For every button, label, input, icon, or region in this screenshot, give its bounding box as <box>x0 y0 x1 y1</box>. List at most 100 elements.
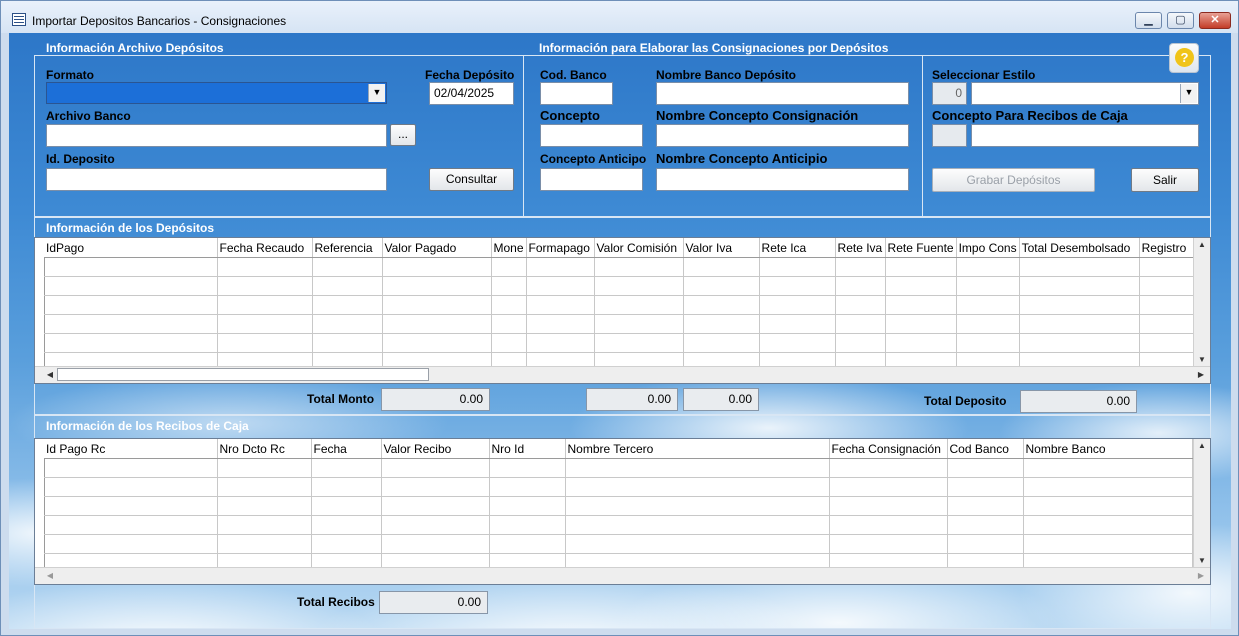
depositos-hscroll[interactable]: ◀ ▶ <box>35 366 1210 383</box>
total-monto-value: 0.00 <box>381 388 490 411</box>
divider-1 <box>523 55 524 217</box>
depositos-vscroll[interactable]: ▲ ▼ <box>1193 238 1210 367</box>
scroll-up-icon[interactable]: ▲ <box>1195 238 1209 252</box>
app-window: Importar Depositos Bancarios - Consignac… <box>0 0 1239 636</box>
fecha-deposito-label: Fecha Depósito <box>425 68 515 82</box>
close-button[interactable]: ✕ <box>1199 12 1231 29</box>
estilo-select[interactable]: ▼ <box>971 82 1199 105</box>
col-valor-comision[interactable]: Valor Comisión <box>594 238 684 258</box>
col-valor-iva[interactable]: Valor Iva <box>683 238 760 258</box>
title-bar[interactable]: Importar Depositos Bancarios - Consignac… <box>1 1 1238 33</box>
col-referencia[interactable]: Referencia <box>312 238 383 258</box>
formato-select[interactable]: ▼ <box>46 82 387 104</box>
col-idpago[interactable]: IdPago <box>44 238 218 258</box>
scroll-up-icon[interactable]: ▲ <box>1195 439 1209 453</box>
help-icon: ? <box>1175 48 1194 67</box>
col-nro-dcto-rc[interactable]: Nro Dcto Rc <box>217 439 312 459</box>
table-row[interactable] <box>44 295 1200 315</box>
browse-button[interactable]: ... <box>390 124 416 146</box>
help-button[interactable]: ? <box>1169 43 1199 73</box>
col-nombre-banco[interactable]: Nombre Banco <box>1023 439 1193 459</box>
scroll-down-icon[interactable]: ▼ <box>1195 353 1209 367</box>
recibos-vscroll[interactable]: ▲ ▼ <box>1193 439 1210 568</box>
col-moneda[interactable]: Mone <box>491 238 527 258</box>
nombre-anticipo-label: Nombre Concepto Anticipio <box>656 151 828 166</box>
col-fecha-consignacion[interactable]: Fecha Consignación <box>829 439 948 459</box>
id-deposito-input[interactable] <box>46 168 387 191</box>
scroll-left-icon[interactable]: ◀ <box>43 368 57 382</box>
cod-banco-input[interactable] <box>540 82 613 105</box>
chevron-down-icon[interactable]: ▼ <box>1180 84 1197 103</box>
salir-button[interactable]: Salir <box>1131 168 1199 192</box>
table-row[interactable] <box>44 534 1193 554</box>
nombre-anticipo-input[interactable] <box>656 168 909 191</box>
archivo-section-title: Información Archivo Depósitos <box>46 41 224 55</box>
depositos-table: IdPago Fecha Recaudo Referencia Valor Pa… <box>44 238 1200 372</box>
grabar-depositos-button[interactable]: Grabar Depósitos <box>932 168 1095 192</box>
table-row[interactable] <box>44 257 1200 277</box>
scroll-right-icon[interactable]: ▶ <box>1194 569 1208 583</box>
total-monto-label: Total Monto <box>307 392 375 406</box>
col-fecha-recaudo[interactable]: Fecha Recaudo <box>217 238 313 258</box>
col-nombre-tercero[interactable]: Nombre Tercero <box>565 439 830 459</box>
col-rete-ica[interactable]: Rete Ica <box>759 238 836 258</box>
table-row[interactable] <box>44 458 1193 478</box>
recibos-hscroll[interactable]: ◀ ▶ <box>35 567 1210 584</box>
col-total-desembolsado[interactable]: Total Desembolsado <box>1019 238 1140 258</box>
total-recibos-value: 0.00 <box>379 591 488 614</box>
depositos-section-title: Información de los Depósitos <box>46 221 215 235</box>
nombre-banco-input[interactable] <box>656 82 909 105</box>
table-row[interactable] <box>44 515 1193 535</box>
col-cod-banco[interactable]: Cod Banco <box>947 439 1024 459</box>
col-registro[interactable]: Registro <box>1139 238 1200 258</box>
total-iva-value: 0.00 <box>683 388 759 411</box>
concepto-recibos-code <box>932 124 967 147</box>
col-impo-cons[interactable]: Impo Cons <box>956 238 1020 258</box>
col-rete-fuente[interactable]: Rete Fuente <box>885 238 957 258</box>
total-deposito-label: Total Deposito <box>924 394 1007 408</box>
concepto-anticipo-label: Concepto Anticipo <box>540 152 647 166</box>
chevron-down-icon[interactable]: ▼ <box>368 84 385 102</box>
minimize-button[interactable]: ▁ <box>1135 12 1162 29</box>
col-valor-recibo[interactable]: Valor Recibo <box>381 439 490 459</box>
col-fecha[interactable]: Fecha <box>311 439 382 459</box>
consignaciones-section-title: Información para Elaborar las Consignaci… <box>539 41 889 55</box>
concepto-label: Concepto <box>540 108 600 123</box>
col-formapago[interactable]: Formapago <box>526 238 595 258</box>
client-area: Información Archivo Depósitos Informació… <box>9 33 1231 629</box>
table-row[interactable] <box>44 496 1193 516</box>
table-row[interactable] <box>44 333 1200 353</box>
col-rete-iva[interactable]: Rete Iva <box>835 238 886 258</box>
table-row[interactable] <box>44 314 1200 334</box>
recibos-grid[interactable]: Id Pago Rc Nro Dcto Rc Fecha Valor Recib… <box>34 438 1211 585</box>
cod-banco-label: Cod. Banco <box>540 68 607 82</box>
scroll-right-icon[interactable]: ▶ <box>1194 368 1208 382</box>
scroll-down-icon[interactable]: ▼ <box>1195 554 1209 568</box>
formato-label: Formato <box>46 68 94 82</box>
total-deposito-value: 0.00 <box>1020 390 1137 413</box>
consultar-button[interactable]: Consultar <box>429 168 514 191</box>
scroll-thumb[interactable] <box>57 368 429 381</box>
total-recibos-label: Total Recibos <box>297 595 375 609</box>
window-app-icon <box>12 13 26 26</box>
concepto-anticipo-input[interactable] <box>540 168 643 191</box>
recibos-table: Id Pago Rc Nro Dcto Rc Fecha Valor Recib… <box>44 439 1193 573</box>
id-deposito-label: Id. Deposito <box>46 152 115 166</box>
divider-2 <box>922 55 923 217</box>
fecha-deposito-input[interactable]: 02/04/2025 <box>429 82 514 105</box>
table-row[interactable] <box>44 276 1200 296</box>
depositos-grid[interactable]: IdPago Fecha Recaudo Referencia Valor Pa… <box>34 237 1211 384</box>
archivo-banco-input[interactable] <box>46 124 387 147</box>
col-valor-pagado[interactable]: Valor Pagado <box>382 238 492 258</box>
nombre-concepto-input[interactable] <box>656 124 909 147</box>
concepto-recibos-input[interactable] <box>971 124 1199 147</box>
concepto-input[interactable] <box>540 124 643 147</box>
col-nro-id[interactable]: Nro Id <box>489 439 566 459</box>
window-title: Importar Depositos Bancarios - Consignac… <box>32 14 287 28</box>
table-row[interactable] <box>44 477 1193 497</box>
recibos-section-title: Información de los Recibos de Caja <box>46 419 249 433</box>
maximize-button[interactable]: ▢ <box>1167 12 1194 29</box>
scroll-left-icon[interactable]: ◀ <box>43 569 57 583</box>
col-id-pago-rc[interactable]: Id Pago Rc <box>44 439 218 459</box>
nombre-concepto-label: Nombre Concepto Consignación <box>656 108 859 123</box>
